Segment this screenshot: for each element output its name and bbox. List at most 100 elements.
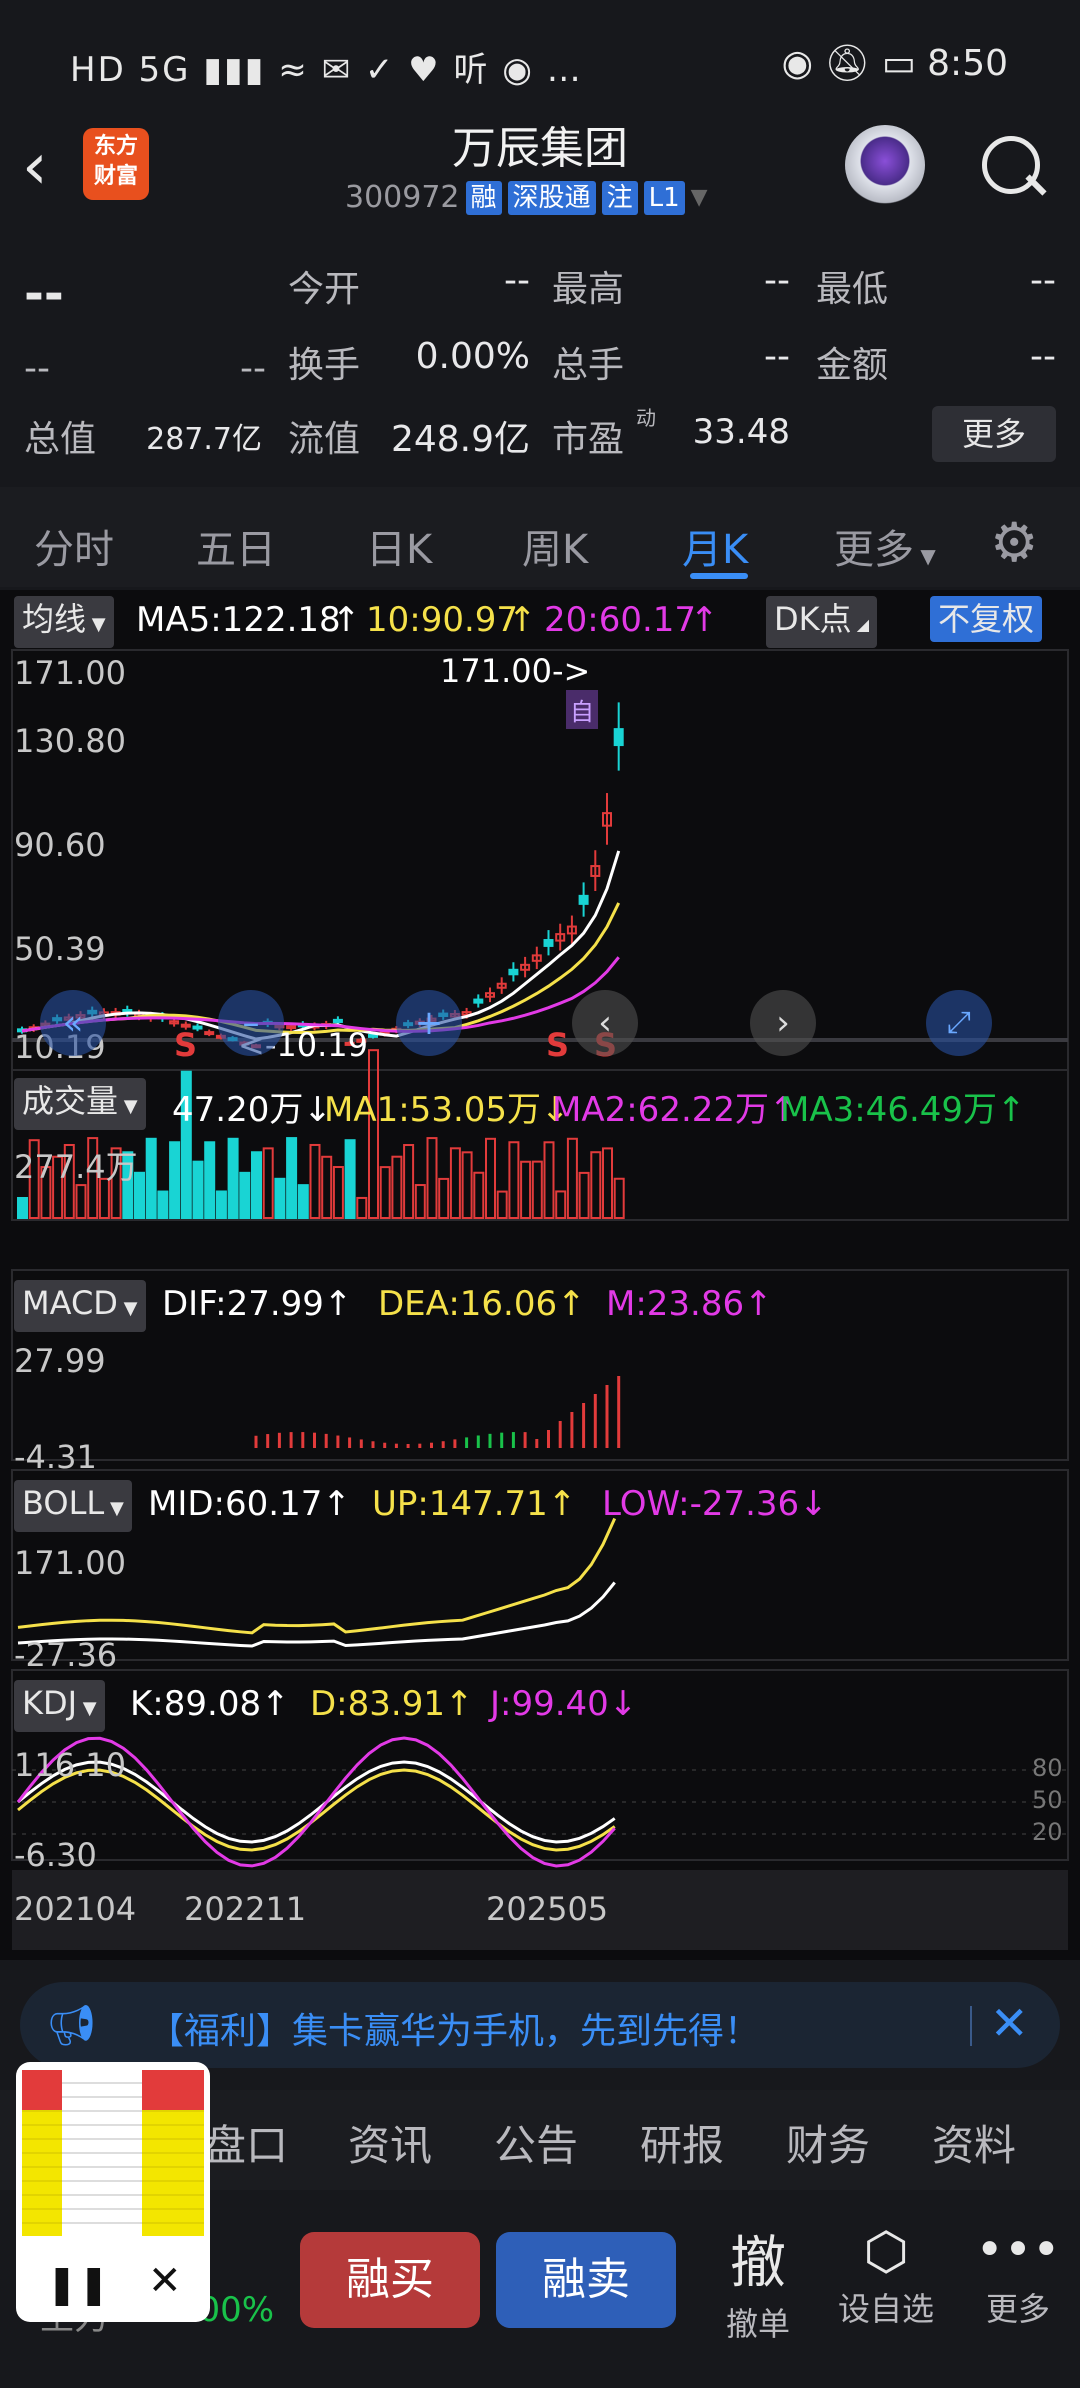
volume-bar <box>251 1151 262 1220</box>
close-icon[interactable]: ✕ <box>990 1996 1029 2050</box>
kline-tick-4: 50.39 <box>14 930 106 968</box>
macd-dif: DIF:27.99↑ <box>162 1284 353 1324</box>
volume-bar <box>449 1147 461 1219</box>
kdj-ref-80: 80 <box>1032 1754 1063 1782</box>
tab-weekly-k[interactable]: 周K <box>522 517 588 575</box>
tab-daily-k[interactable]: 日K <box>366 517 432 575</box>
more-actions-button[interactable]: ••• 更多 <box>968 2222 1068 2330</box>
amount-value: -- <box>1030 336 1056 377</box>
macd-tick-top: 27.99 <box>14 1342 106 1380</box>
volume-bar <box>157 1190 169 1220</box>
divider <box>970 2006 972 2046</box>
date-label-2: 202211 <box>184 1890 307 1928</box>
open-value: -- <box>504 260 530 301</box>
last-price: -- <box>24 266 64 322</box>
volume-bar <box>602 1147 613 1219</box>
pe-value: 33.48 <box>692 412 790 452</box>
low-label: 最低 <box>816 269 889 310</box>
scroll-left-button[interactable]: ‹ <box>572 990 638 1056</box>
volume-bar <box>321 1155 333 1219</box>
tab-announcement[interactable]: 公告 <box>494 2112 578 2173</box>
tab-five-day[interactable]: 五日 <box>196 517 276 575</box>
volume-bar <box>520 1160 532 1220</box>
more-actions-label: 更多 <box>985 2290 1050 2328</box>
margin-sell-button[interactable]: 融卖 <box>496 2232 676 2328</box>
chevron-down-icon: ▼ <box>914 544 936 568</box>
volume-bar <box>461 1151 473 1219</box>
battery-icon: ▭ <box>881 43 928 84</box>
low-value: -- <box>1030 260 1056 301</box>
promo-text: 【福利】集卡赢华为手机，先到先得！ <box>148 2011 761 2052</box>
megaphone-icon: 📢︎ <box>46 2003 97 2049</box>
change-percent: -- <box>240 348 266 389</box>
volume-bar <box>485 1137 496 1220</box>
tab-finance[interactable]: 财务 <box>786 2112 870 2173</box>
fullscreen-button[interactable]: ⤢ <box>926 990 992 1056</box>
mktcap-label: 总值 <box>24 419 97 460</box>
volume-bar <box>274 1177 286 1219</box>
close-icon[interactable]: ✕ <box>148 2258 182 2304</box>
pause-icon[interactable]: ❚❚ <box>46 2262 110 2306</box>
volume-bar <box>368 1049 379 1219</box>
tab-orderbook[interactable]: 盘口 <box>204 2112 288 2173</box>
scroll-left-fast-button[interactable]: « <box>40 990 106 1056</box>
kline-tick-2: 130.80 <box>14 722 126 760</box>
stock-code: 300972 <box>345 180 460 215</box>
tab-intraday[interactable]: 分时 <box>34 517 114 575</box>
volume-bar <box>590 1151 602 1219</box>
hexagon-icon: ⬡ <box>863 2222 909 2282</box>
volume-value: 47.20万↓ <box>172 1090 332 1130</box>
volume-bar <box>403 1144 415 1219</box>
boll-low: LOW:-27.36↓ <box>602 1484 828 1524</box>
volume-bar <box>145 1137 157 1220</box>
turnover-value: 0.00% <box>415 336 530 377</box>
scroll-right-button[interactable]: › <box>750 990 816 1056</box>
cancel-order-button[interactable]: 撤 撤单 <box>710 2218 806 2345</box>
chart-area[interactable]: 均线 ▼ MA5:122.18 ↑ 10:90.97 ↑ 20:60.17 ↑ … <box>0 590 1080 1960</box>
volume-bar <box>414 1184 426 1220</box>
tab-profile[interactable]: 资料 <box>932 2112 1016 2173</box>
kdj-k: K:89.08↑ <box>130 1684 290 1724</box>
volume-bar <box>192 1160 204 1219</box>
kdj-selector[interactable]: KDJ ▼ <box>14 1680 105 1732</box>
period-tabs: 分时 五日 日K 周K 月K 更多 ▼ ⚙ <box>0 487 1080 587</box>
volume-value: -- <box>764 336 790 377</box>
zoom-out-button[interactable]: – <box>218 990 284 1056</box>
volume-bar <box>578 1171 590 1219</box>
vol-tick: 277.4万 <box>14 1148 138 1186</box>
more-button[interactable]: 更多 <box>932 406 1056 462</box>
tab-research[interactable]: 研报 <box>640 2112 724 2173</box>
boll-selector[interactable]: BOLL ▼ <box>14 1480 132 1532</box>
promo-banner[interactable]: 📢︎ 【福利】集卡赢华为手机，先到先得！ ✕ <box>20 1982 1060 2068</box>
float-value: 248.9亿 <box>390 419 530 460</box>
floating-video-thumbnail[interactable]: ❚❚ ✕ <box>16 2062 210 2322</box>
candle <box>578 894 589 905</box>
stock-subtitle[interactable]: 300972 融 深股通 注 L1 ▼ <box>345 180 708 215</box>
date-label-3: 202505 <box>486 1890 609 1928</box>
volume-selector[interactable]: 成交量 ▼ <box>14 1078 146 1130</box>
boll-up: UP:147.71↑ <box>372 1484 577 1524</box>
volume-bar <box>379 1166 391 1220</box>
float-label: 流值 <box>288 419 361 460</box>
kline-tick-1: 171.00 <box>14 654 126 692</box>
tab-more[interactable]: 更多 ▼ <box>834 517 936 575</box>
turnover-label: 换手 <box>288 345 361 386</box>
add-watchlist-button[interactable]: ⬡ 设自选 <box>826 2222 946 2330</box>
margin-buy-button[interactable]: 融买 <box>300 2232 480 2328</box>
more-dots-icon: ••• <box>975 2222 1061 2278</box>
tag-registered: 注 <box>601 180 638 215</box>
macd-selector[interactable]: MACD ▼ <box>14 1280 146 1332</box>
zoom-in-button[interactable]: + <box>396 990 462 1056</box>
tab-monthly-k[interactable]: 月K <box>682 517 748 575</box>
gear-icon[interactable]: ⚙ <box>990 511 1038 574</box>
volume-bar <box>239 1171 251 1219</box>
kline-chart <box>11 649 1069 1950</box>
sell-signal-1: S <box>174 1026 198 1064</box>
candle <box>204 1031 215 1036</box>
robot-assistant-icon[interactable] <box>845 125 925 205</box>
vol-ma2: MA2:62.22万↑ <box>552 1090 798 1130</box>
tag-connect: 深股通 <box>507 180 596 215</box>
tab-news[interactable]: 资讯 <box>348 2112 432 2173</box>
thumbnail-image <box>22 2070 204 2236</box>
status-icons: HD 5G ▮▮▮ ≈ ✉ ✓ ♥ 听 ◉ … <box>70 50 583 90</box>
